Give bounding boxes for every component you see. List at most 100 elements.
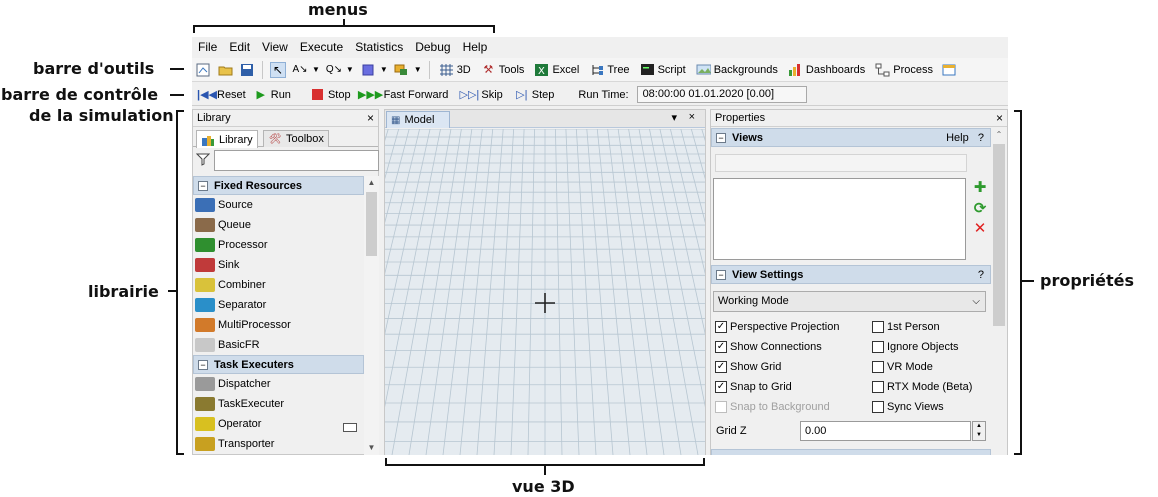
disconnect-icon[interactable]: Q↘: [326, 62, 342, 78]
menu-help[interactable]: Help: [457, 37, 494, 57]
library-item-combiner[interactable]: Combiner: [193, 275, 364, 295]
tab-model[interactable]: ▦ Model: [386, 111, 450, 128]
select-box-icon[interactable]: [360, 62, 376, 78]
checkbox-1st-person[interactable]: 1st Person: [872, 321, 940, 333]
checkbox-box[interactable]: [872, 341, 884, 353]
backgrounds-button[interactable]: Backgrounds: [696, 62, 778, 77]
library-item-separator[interactable]: Separator: [193, 295, 364, 315]
menu-debug[interactable]: Debug: [409, 37, 456, 57]
checkmark-icon[interactable]: ✓: [715, 341, 727, 353]
library-item-operator[interactable]: Operator: [193, 414, 364, 434]
pointer-icon[interactable]: ↖: [270, 61, 286, 78]
checkbox-perspective-projection[interactable]: ✓ Perspective Projection: [715, 321, 839, 333]
collapse-icon[interactable]: −: [716, 132, 726, 143]
refresh-view-icon[interactable]: ⟳: [972, 201, 988, 217]
library-item-source[interactable]: Source: [193, 195, 364, 215]
collapse-icon[interactable]: −: [198, 180, 208, 191]
3d-grid-view[interactable]: [385, 129, 705, 455]
reset-button[interactable]: |◀◀ Reset: [197, 88, 246, 102]
scroll-down-icon[interactable]: ▼: [364, 441, 379, 455]
menu-execute[interactable]: Execute: [294, 37, 349, 57]
chevron-down-icon[interactable]: ▼: [414, 65, 422, 74]
fast-forward-button[interactable]: ▶▶▶ Fast Forward: [358, 88, 448, 102]
library-item-queue[interactable]: Queue: [193, 215, 364, 235]
checkbox-box[interactable]: [872, 401, 884, 413]
tools-button[interactable]: ⚒ Tools: [481, 62, 524, 77]
view-settings-help[interactable]: ?: [978, 269, 984, 281]
run-button[interactable]: ▶ Run: [254, 88, 291, 102]
excel-button[interactable]: X Excel: [534, 62, 579, 77]
script-button[interactable]: Script: [640, 62, 686, 77]
menu-view[interactable]: View: [256, 37, 294, 57]
chevron-down-icon[interactable]: ▼: [346, 65, 354, 74]
grid-z-stepper[interactable]: ▲ ▼: [972, 421, 986, 441]
dashboards-button[interactable]: Dashboards: [788, 62, 865, 77]
tree-button[interactable]: Tree: [589, 62, 630, 77]
close-icon[interactable]: ×: [996, 110, 1003, 127]
checkbox-box[interactable]: [872, 361, 884, 373]
views-help[interactable]: Help ?: [946, 132, 984, 144]
library-item-processor[interactable]: Processor: [193, 235, 364, 255]
delete-view-icon[interactable]: ✕: [972, 221, 988, 237]
library-section-header[interactable]: − Fixed Resources: [193, 176, 364, 195]
chevron-down-icon[interactable]: ▼: [380, 65, 388, 74]
checkmark-icon[interactable]: ✓: [715, 361, 727, 373]
checkbox-box[interactable]: [872, 381, 884, 393]
checkbox-rtx-mode-beta[interactable]: RTX Mode (Beta): [872, 381, 972, 393]
checkbox-sync-views[interactable]: Sync Views: [872, 401, 944, 413]
window-icon[interactable]: [941, 62, 957, 78]
properties-scroll-thumb[interactable]: [993, 144, 1005, 326]
properties-scrollbar[interactable]: ⌃: [991, 128, 1007, 455]
view-settings-section-header[interactable]: − View Settings ?: [711, 265, 991, 284]
collapse-icon[interactable]: −: [198, 359, 208, 370]
views-section-header[interactable]: − Views Help ?: [711, 128, 991, 147]
checkbox-ignore-objects[interactable]: Ignore Objects: [872, 341, 959, 353]
process-button[interactable]: Process: [875, 62, 933, 77]
library-section-header[interactable]: − Task Executers: [193, 355, 364, 374]
checkbox-snap-to-grid[interactable]: ✓ Snap to Grid: [715, 381, 792, 393]
chevron-down-icon[interactable]: ⌵: [972, 292, 980, 311]
save-icon[interactable]: [239, 62, 255, 78]
working-mode-select[interactable]: Working Mode ⌵: [713, 291, 986, 312]
library-scroll-thumb[interactable]: [366, 192, 377, 256]
grid-z-input[interactable]: 0.00: [800, 421, 971, 441]
scroll-up-icon[interactable]: ▲: [364, 176, 379, 190]
checkmark-icon[interactable]: ✓: [715, 381, 727, 393]
checkbox-show-grid[interactable]: ✓ Show Grid: [715, 361, 781, 373]
library-item-taskexecuter[interactable]: TaskExecuter: [193, 394, 364, 414]
checkmark-icon[interactable]: ✓: [715, 321, 727, 333]
stop-button[interactable]: Stop: [311, 88, 351, 102]
skip-button[interactable]: ▷▷| Skip: [459, 88, 502, 102]
library-item-transporter[interactable]: Transporter: [193, 434, 364, 454]
library-item-dispatcher[interactable]: Dispatcher: [193, 374, 364, 394]
close-icon[interactable]: ×: [367, 110, 374, 127]
scroll-up-icon[interactable]: ⌃: [991, 128, 1007, 142]
library-scrollbar[interactable]: ▲ ▼: [364, 176, 379, 455]
menu-edit[interactable]: Edit: [223, 37, 256, 57]
checkbox-box[interactable]: [872, 321, 884, 333]
checkbox-show-connections[interactable]: ✓ Show Connections: [715, 341, 822, 353]
collapse-icon[interactable]: −: [716, 269, 726, 280]
step-button[interactable]: ▷| Step: [515, 88, 554, 102]
checkbox-vr-mode[interactable]: VR Mode: [872, 361, 933, 373]
library-item-multiprocessor[interactable]: MultiProcessor: [193, 315, 364, 335]
views-name-field[interactable]: [715, 154, 967, 172]
menu-statistics[interactable]: Statistics: [349, 37, 409, 57]
library-search-input[interactable]: [214, 149, 379, 171]
create-object-icon[interactable]: [394, 62, 410, 78]
3d-button[interactable]: 3D: [439, 62, 471, 77]
library-item-sink[interactable]: Sink: [193, 255, 364, 275]
tab-menu-icon[interactable]: ▾: [671, 111, 677, 124]
add-view-icon[interactable]: ✚: [972, 180, 988, 196]
new-model-icon[interactable]: [195, 62, 211, 78]
tab-library[interactable]: Library: [196, 130, 258, 148]
connect-objects-icon[interactable]: A↘: [292, 62, 308, 78]
menu-file[interactable]: File: [192, 37, 223, 57]
close-icon[interactable]: ×: [689, 111, 695, 123]
chevron-down-icon[interactable]: ▼: [312, 65, 320, 74]
library-item-basicfr[interactable]: BasicFR: [193, 335, 364, 355]
open-folder-icon[interactable]: [217, 62, 233, 78]
run-time-display[interactable]: 08:00:00 01.01.2020 [0.00]: [636, 86, 807, 103]
views-list[interactable]: [713, 178, 966, 260]
tab-toolbox[interactable]: 🛠 Toolbox: [263, 130, 329, 147]
